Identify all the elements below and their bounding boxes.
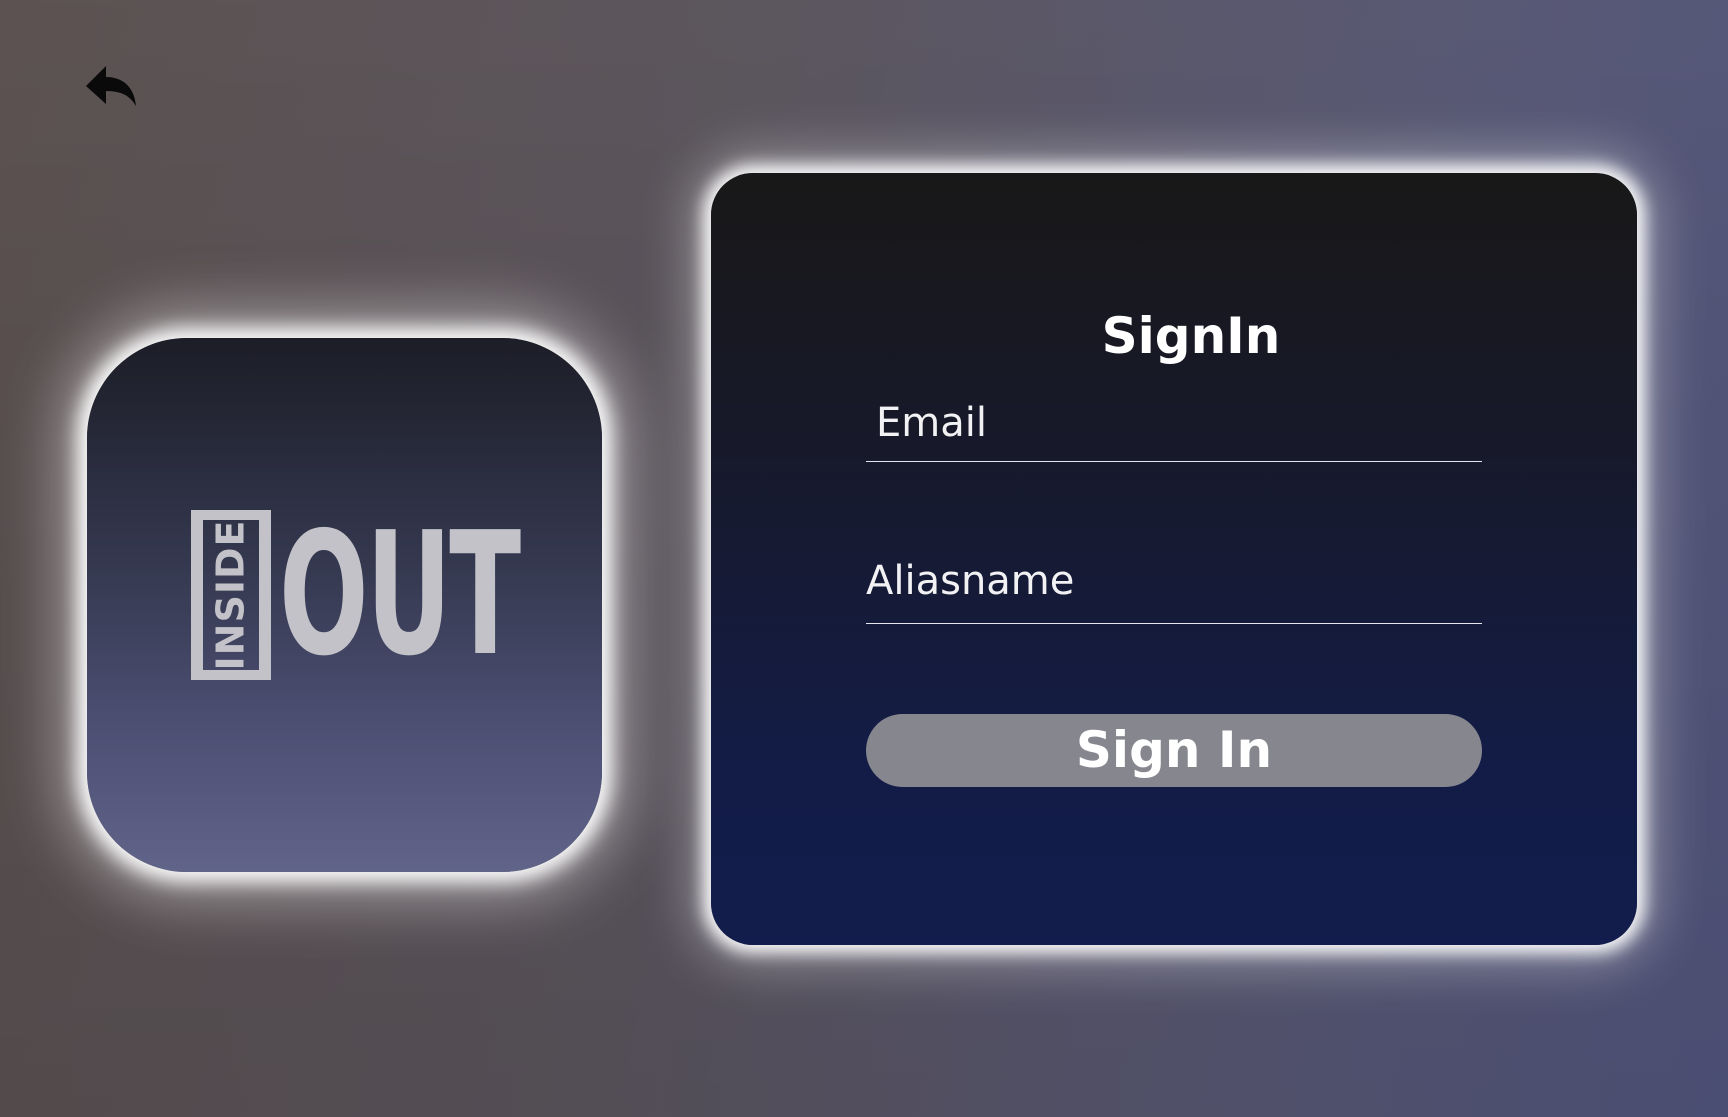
sign-in-button[interactable]: Sign In [866, 714, 1482, 787]
aliasname-input[interactable] [866, 551, 1482, 611]
back-button[interactable] [84, 62, 138, 110]
logo-inside-text: INSIDE [208, 519, 253, 671]
aliasname-field-wrapper [866, 551, 1482, 624]
logo-out-text: OUT [278, 496, 521, 694]
signin-card: SignIn Sign In [711, 173, 1637, 945]
app-logo-tile: INSIDE OUT [87, 338, 602, 872]
signin-title: SignIn [1101, 307, 1281, 365]
back-arrow-icon [86, 66, 136, 106]
logo-inside-box: INSIDE [190, 510, 271, 680]
email-input[interactable] [866, 395, 1482, 450]
email-field-wrapper [866, 395, 1482, 462]
app-logo: INSIDE OUT [190, 496, 521, 694]
